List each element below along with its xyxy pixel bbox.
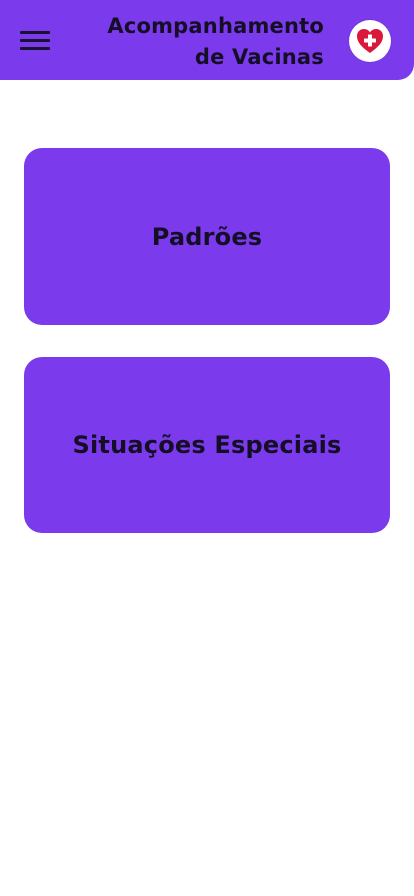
heart-medical-cross-icon — [349, 20, 391, 62]
page-title-line-1: Acompanhamento — [107, 14, 324, 38]
standard-vaccines-label: Padrões — [151, 222, 263, 251]
hamburger-menu-icon[interactable] — [20, 31, 50, 51]
standard-vaccines-button[interactable]: Padrões — [24, 148, 390, 325]
heart-logo-svg — [357, 29, 383, 53]
page-title: Acompanhamento de Vacinas — [107, 11, 324, 73]
special-situations-button[interactable]: Situações Especiais — [24, 357, 390, 533]
app-header: Acompanhamento de Vacinas — [0, 0, 414, 80]
menu-bar-middle — [20, 39, 50, 42]
page-title-line-2: de Vacinas — [194, 45, 324, 69]
menu-bar-top — [20, 31, 50, 34]
menu-bar-bottom — [20, 47, 50, 50]
special-situations-label: Situações Especiais — [72, 431, 342, 459]
